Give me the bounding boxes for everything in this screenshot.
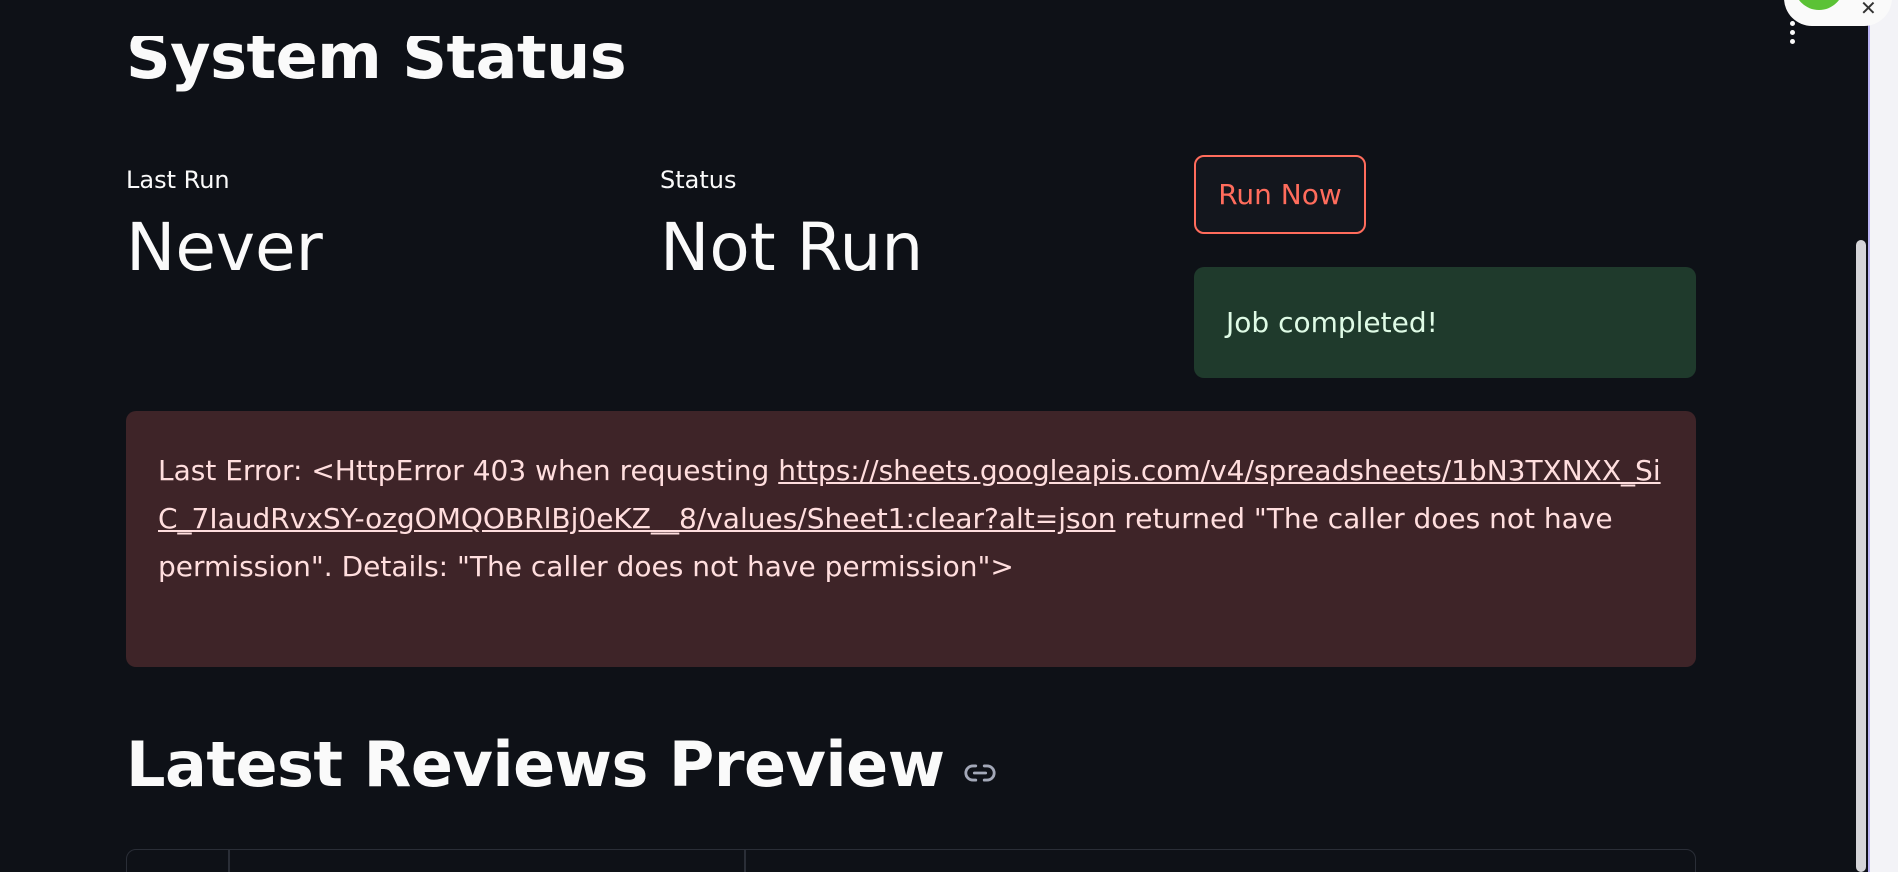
metric-last-run: Last Run Never	[126, 160, 323, 288]
link-icon[interactable]	[963, 756, 997, 790]
success-alert-text: Job completed!	[1226, 306, 1438, 339]
side-panel-accent	[1868, 0, 1870, 872]
metric-status: Status Not Run	[660, 160, 923, 288]
table-column-divider	[228, 850, 230, 872]
table-column-divider	[744, 850, 746, 872]
error-prefix-text: Last Error: <HttpError 403 when requesti…	[158, 454, 779, 487]
metric-label: Status	[660, 166, 737, 194]
reviews-table	[126, 849, 1696, 872]
browser-side-panel	[1868, 0, 1898, 872]
metric-value: Never	[126, 209, 323, 286]
latest-reviews-heading-text: Latest Reviews Preview	[126, 728, 945, 801]
metric-value: Not Run	[660, 209, 924, 286]
run-now-button[interactable]: Run Now	[1194, 155, 1366, 234]
metric-label: Last Run	[126, 166, 230, 194]
latest-reviews-heading: Latest Reviews Preview	[126, 728, 997, 801]
scrollbar-thumb[interactable]	[1856, 240, 1866, 872]
system-status-heading-text: System Status	[126, 36, 627, 93]
error-alert: Last Error: <HttpError 403 when requesti…	[126, 411, 1696, 667]
app-page: System Status Last Run Never Status Not …	[0, 0, 1898, 872]
system-status-heading: System Status	[126, 36, 626, 114]
user-avatar-badge[interactable]: ✕	[1784, 0, 1892, 26]
avatar[interactable]	[1794, 0, 1844, 10]
close-icon[interactable]: ✕	[1860, 0, 1877, 18]
success-alert: Job completed!	[1194, 267, 1696, 378]
